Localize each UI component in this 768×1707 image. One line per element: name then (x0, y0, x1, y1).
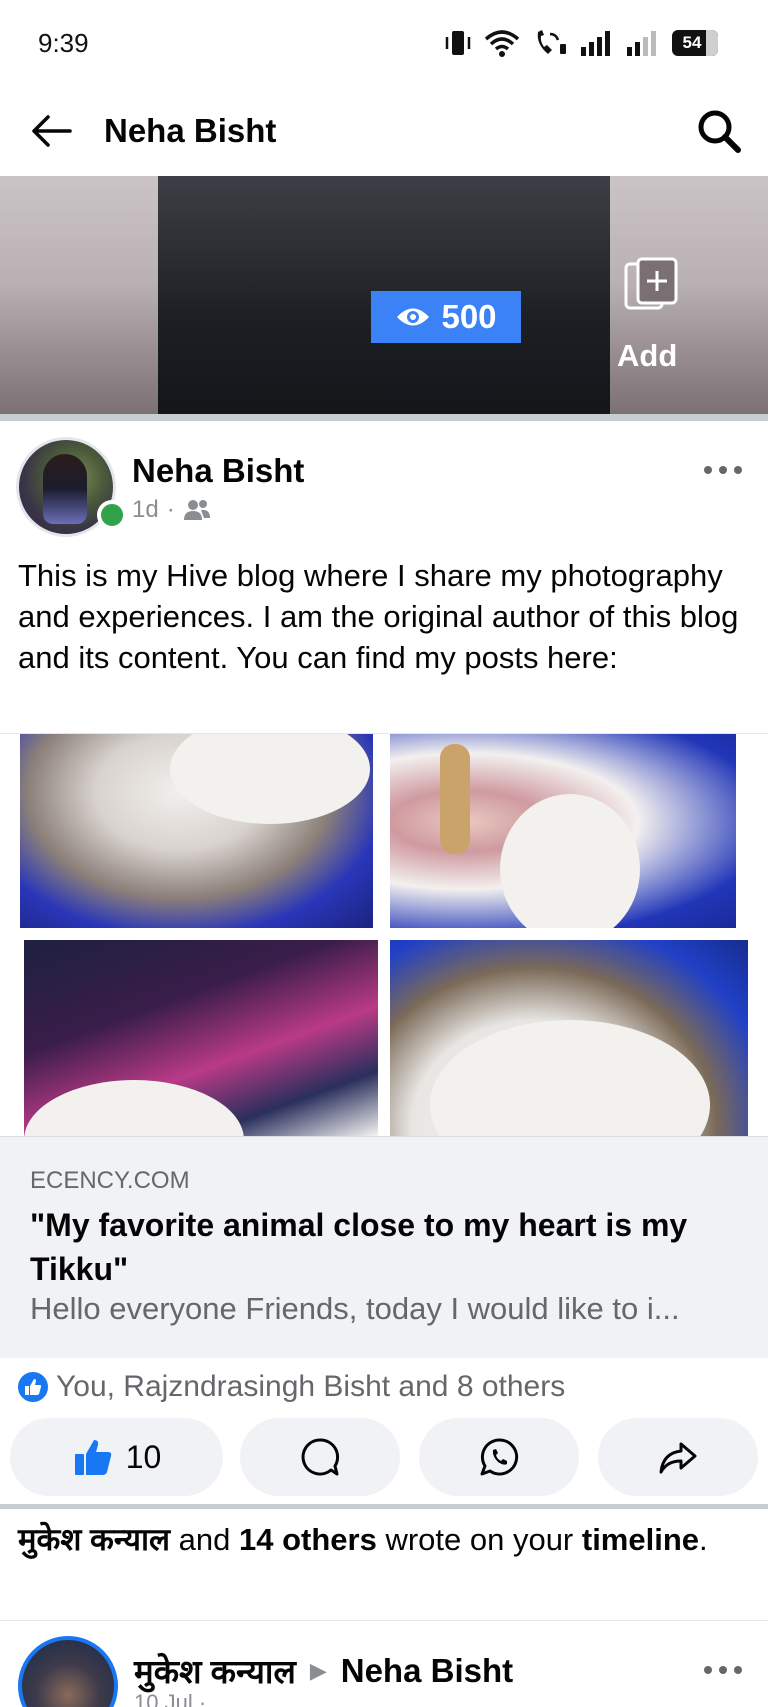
meta-separator: · (166, 496, 175, 523)
reactions-text: You, Rajzndrasingh Bisht and 8 others (56, 1370, 566, 1403)
timeline-note-others: 14 others (238, 1522, 377, 1557)
post-photo (20, 734, 373, 928)
post-photo (390, 940, 748, 1136)
post2-target-name[interactable]: Neha Bisht (341, 1652, 513, 1690)
post-photo (24, 940, 378, 1136)
signal-icon (581, 31, 610, 56)
timeline-note-name: मुकेश कन्याल (18, 1522, 171, 1557)
post-more-options-button[interactable] (698, 455, 748, 485)
avatar-figure (43, 454, 87, 524)
post2-header: मुकेश कन्याल ▶ Neha Bisht (134, 1648, 513, 1693)
photo-detail (430, 1020, 710, 1136)
battery-level: 54 (682, 33, 702, 52)
like-button[interactable]: 10 (10, 1418, 223, 1496)
whatsapp-share-button[interactable] (419, 1418, 579, 1496)
avatar[interactable] (18, 1636, 118, 1707)
views-badge: 500 (371, 291, 521, 343)
online-status-indicator (97, 500, 127, 530)
story-card[interactable]: 500 (158, 176, 610, 414)
friends-audience-icon (183, 500, 210, 520)
post-text: This is my Hive blog where I share my ph… (18, 558, 739, 675)
link-title: "My favorite animal close to my heart is… (30, 1207, 688, 1287)
share-button[interactable] (598, 1418, 758, 1496)
app-header: Neha Bisht (0, 88, 768, 176)
status-time: 9:39 (38, 28, 89, 58)
story-strip: 500 Add (0, 176, 768, 416)
timeline-notification[interactable]: मुकेश कन्याल and 14 others wrote on your… (18, 1518, 748, 1562)
battery-icon: 54 (672, 30, 718, 56)
photo-detail (500, 794, 640, 928)
eye-icon (397, 308, 430, 326)
timeline-note-and: and (170, 1522, 239, 1557)
add-story-button[interactable]: Add (612, 256, 732, 376)
more-horizontal-icon (704, 466, 742, 474)
views-count: 500 (441, 298, 497, 335)
wifi-icon (484, 30, 520, 57)
photo-detail (170, 734, 370, 824)
divider (0, 1620, 768, 1621)
signal-2-icon (627, 31, 656, 56)
photo-grid[interactable] (0, 734, 768, 1136)
comment-button[interactable] (240, 1418, 400, 1496)
add-story-label: Add (617, 338, 678, 373)
search-icon (698, 110, 741, 153)
divider (0, 414, 768, 421)
post-meta: 1d · (132, 496, 211, 524)
comment-icon (301, 1438, 340, 1476)
arrow-right-icon: ▶ (309, 1657, 327, 1683)
link-domain: ECENCY.COM (30, 1167, 190, 1194)
photo-detail (440, 744, 470, 854)
post2-meta: 10 Jul · (134, 1690, 207, 1707)
more-horizontal-icon (704, 1666, 742, 1674)
thumbs-up-icon (25, 1379, 42, 1395)
back-button[interactable] (26, 106, 76, 156)
link-preview-card[interactable]: ECENCY.COM "My favorite animal close to … (0, 1136, 768, 1358)
status-bar: 9:39 54 (0, 0, 768, 88)
post-time[interactable]: 1d (132, 496, 159, 524)
whatsapp-icon (480, 1438, 519, 1476)
thumbs-up-icon (74, 1440, 111, 1475)
timeline-note-wrote: wrote on your (376, 1522, 582, 1557)
post-more-options-button[interactable] (698, 1655, 748, 1685)
back-arrow-icon (32, 115, 72, 147)
like-reaction-icon (16, 1370, 50, 1404)
timeline-note-period: . (699, 1522, 708, 1557)
like-count: 10 (125, 1438, 162, 1475)
search-button[interactable] (690, 102, 748, 160)
divider (0, 1504, 768, 1509)
post-author-name[interactable]: Neha Bisht (132, 452, 304, 490)
wifi-calling-icon (537, 30, 566, 54)
add-story-icon (624, 257, 678, 310)
status-icons: 54 (444, 28, 718, 58)
share-icon (659, 1442, 697, 1474)
reactions-summary[interactable]: You, Rajzndrasingh Bisht and 8 others (16, 1370, 565, 1404)
post-photo (390, 734, 736, 928)
post2-author-name[interactable]: मुकेश कन्याल (134, 1648, 296, 1693)
timeline-note-timeline: timeline (581, 1522, 700, 1557)
photo-detail (24, 1080, 244, 1136)
page-title: Neha Bisht (104, 112, 277, 149)
link-description: Hello everyone Friends, today I would li… (30, 1291, 680, 1326)
vibrate-icon (445, 31, 471, 55)
